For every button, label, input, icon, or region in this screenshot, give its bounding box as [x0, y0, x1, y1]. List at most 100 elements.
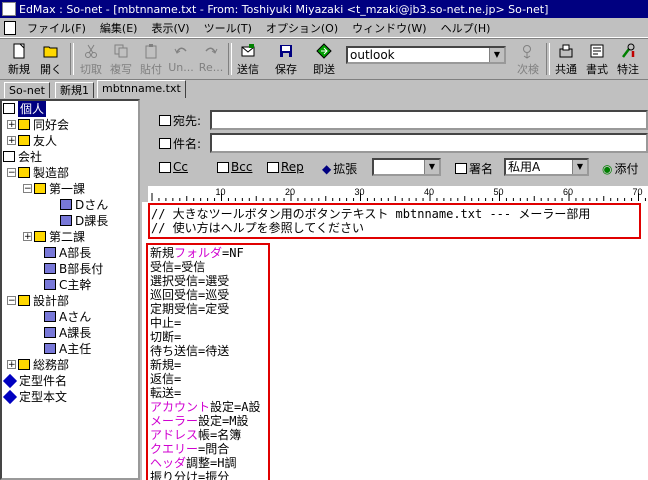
line-text: =NF: [222, 246, 244, 260]
tree-item-label: 友人: [33, 134, 58, 148]
ruler-label: 50: [494, 187, 504, 197]
tab-so-net[interactable]: So-net: [4, 82, 50, 98]
contact-icon: [60, 199, 72, 210]
open-button[interactable]: 開く: [36, 41, 66, 77]
editor-body-line: 巡回受信=巡受: [150, 288, 229, 302]
expand-icon[interactable]: +: [7, 120, 16, 130]
line-text: =問合: [198, 442, 230, 456]
chevron-down-icon[interactable]: ▼: [572, 160, 587, 174]
diamond-icon: [2, 389, 18, 404]
tree-item-a-san[interactable]: Aさん: [44, 309, 91, 324]
tree-item-label: A主任: [59, 342, 92, 356]
expand-icon[interactable]: +: [7, 136, 16, 146]
common-button[interactable]: 共通: [551, 41, 581, 77]
tree-item-section2[interactable]: + 第二課: [23, 229, 85, 244]
rep-button[interactable]: Rep: [267, 160, 304, 174]
menu-tools[interactable]: ツール(T): [197, 20, 259, 36]
menu-options[interactable]: オプション(O): [259, 20, 345, 36]
address-book-icon[interactable]: [159, 115, 171, 126]
send-button[interactable]: 送信: [233, 41, 263, 77]
tree-item-label: 会社: [18, 150, 43, 164]
tree-item-personal[interactable]: 個人: [3, 101, 47, 117]
send-now-button[interactable]: 即送: [309, 41, 339, 77]
collapse-icon[interactable]: −: [23, 184, 32, 194]
tree-item-a-manager[interactable]: A課長: [44, 325, 91, 340]
tab-new1[interactable]: 新規1: [55, 82, 94, 98]
tree-item-c-chief[interactable]: C主幹: [44, 277, 91, 292]
folder-icon: [18, 359, 30, 370]
collapse-icon[interactable]: −: [7, 296, 16, 306]
expand-icon[interactable]: +: [23, 232, 32, 242]
chevron-down-icon[interactable]: ▼: [489, 48, 504, 62]
format-label: 書式: [586, 63, 608, 76]
message-editor[interactable]: // 大きなツールボタン用のボタンテキスト mbtnname.txt --- メ…: [142, 202, 648, 480]
tree-item-section1[interactable]: − 第一課: [23, 181, 85, 196]
format-button[interactable]: 書式: [582, 41, 612, 77]
extend-combo[interactable]: ▼: [372, 158, 441, 176]
bcc-button[interactable]: Bcc: [217, 160, 252, 174]
save-button[interactable]: 保存: [271, 41, 301, 77]
new-doc-icon: [13, 43, 25, 59]
menu-window[interactable]: ウィンドウ(W): [345, 20, 433, 36]
find-next-label: 次検: [517, 63, 539, 76]
chevron-down-icon[interactable]: ▼: [424, 160, 439, 174]
tree-item-design[interactable]: − 設計部: [7, 293, 69, 308]
cut-button[interactable]: 切取: [76, 41, 106, 77]
folder-icon: [18, 135, 30, 146]
line-highlight-text: フォルダ: [174, 246, 223, 260]
tree-item-template-subjects[interactable]: 定型件名: [2, 373, 67, 388]
attach-button[interactable]: ◉ 添付: [602, 160, 639, 177]
profile-combo[interactable]: outlook ▼: [346, 46, 506, 64]
editor-comment-line: // 使い方はヘルプを参照してください: [151, 221, 364, 235]
cc-button[interactable]: Cc: [159, 160, 188, 174]
editor-body-line: 待ち送信=待送: [150, 344, 229, 358]
redo-button[interactable]: Re...: [196, 41, 226, 77]
line-highlight-text: アカウント: [150, 400, 211, 414]
tree-item-label: 個人: [18, 101, 47, 117]
open-label: 開く: [40, 63, 62, 76]
menu-edit[interactable]: 編集(E): [93, 20, 145, 36]
line-text: 新規: [150, 246, 175, 260]
tree-item-general-affairs[interactable]: + 総務部: [7, 357, 69, 372]
extend-button[interactable]: ◆ 拡張: [322, 160, 357, 177]
line-text: 中止=: [150, 316, 182, 330]
subject-field[interactable]: [210, 133, 648, 153]
tree-item-template-bodies[interactable]: 定型本文: [2, 389, 67, 404]
open-book-icon: [3, 151, 15, 162]
tree-item-friends[interactable]: + 友人: [7, 133, 57, 148]
expand-icon[interactable]: +: [7, 360, 16, 370]
to-field[interactable]: [210, 110, 648, 130]
tree-item-d-san[interactable]: Dさん: [60, 197, 108, 212]
signature-combo[interactable]: 私用A ▼: [504, 158, 589, 176]
tree-item-a-lead[interactable]: A主任: [44, 341, 91, 356]
paste-button[interactable]: 貼付: [136, 41, 166, 77]
menu-file[interactable]: ファイル(F): [20, 20, 93, 36]
tree-item-a-director[interactable]: A部長: [44, 245, 91, 260]
document-icon: [4, 20, 16, 35]
ruler-label: 10: [216, 187, 226, 197]
redo-icon: [205, 47, 218, 54]
new-button[interactable]: 新規: [4, 41, 34, 77]
tab-mbtnname[interactable]: mbtnname.txt: [97, 80, 186, 98]
tree-item-d-manager[interactable]: D課長: [60, 213, 108, 228]
app-icon: [2, 2, 16, 16]
copy-button[interactable]: 複写: [106, 41, 136, 77]
tree-item-b-assistant[interactable]: B部長付: [44, 261, 103, 276]
tree-item-club[interactable]: + 同好会: [7, 117, 69, 132]
find-next-button[interactable]: 次検: [513, 41, 543, 77]
editor-body-line: 定期受信=定受: [150, 302, 229, 316]
tree-item-manufacturing[interactable]: − 製造部: [7, 165, 69, 180]
subject-icon[interactable]: [159, 138, 171, 149]
menu-help[interactable]: ヘルプ(H): [434, 20, 498, 36]
ruler: 10 20 30 40 50 60 70: [148, 186, 648, 203]
tools-icon: [622, 43, 635, 58]
editor-body-line: アドレス帳=名簿: [150, 428, 241, 442]
undo-button[interactable]: Un...: [166, 41, 196, 77]
tree-item-company[interactable]: 会社: [3, 149, 42, 164]
menu-view[interactable]: 表示(V): [144, 20, 196, 36]
collapse-icon[interactable]: −: [7, 168, 16, 178]
contact-icon: [44, 279, 56, 290]
ruler-label: 60: [563, 187, 573, 197]
custom-button[interactable]: 特注: [613, 41, 643, 77]
find-next-icon: [523, 45, 531, 59]
